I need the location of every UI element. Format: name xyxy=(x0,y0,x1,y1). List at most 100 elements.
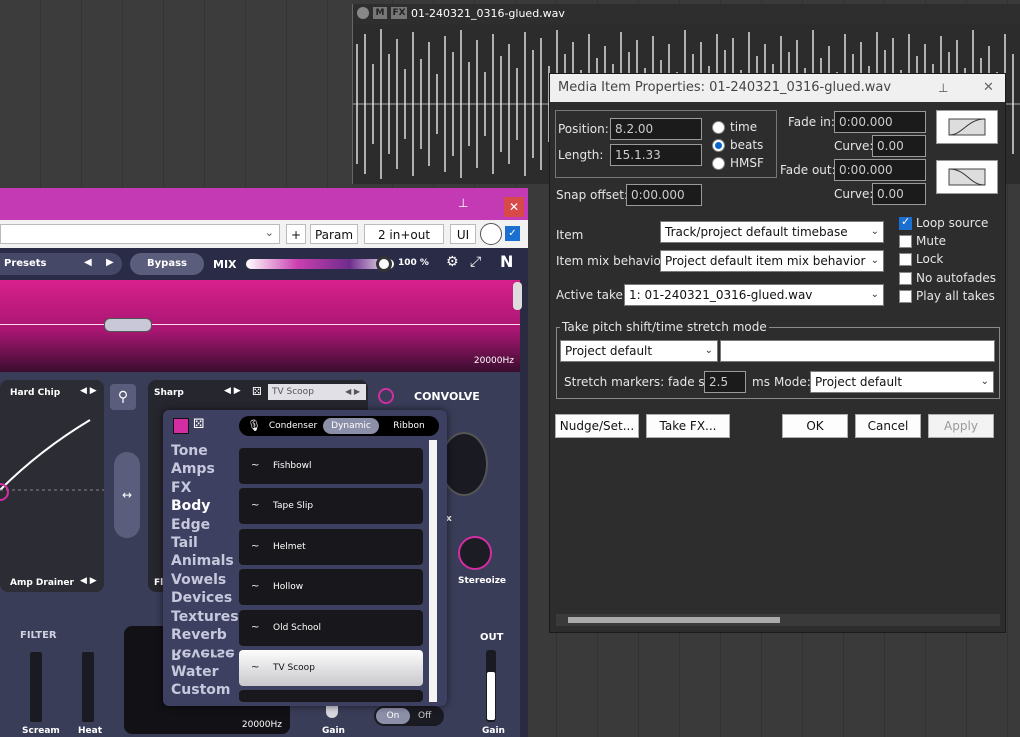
fade-in-curve-field[interactable]: 0.00 xyxy=(872,135,926,157)
preset-item[interactable]: ~ Helmet xyxy=(239,529,423,565)
category-item[interactable]: Animals xyxy=(171,552,243,570)
preset-scrollbar[interactable] xyxy=(429,440,437,702)
ui-button[interactable]: UI xyxy=(450,224,476,244)
category-item[interactable]: Custom xyxy=(171,681,243,699)
amp-drainer-arrows-icon[interactable]: ◀ ▶ xyxy=(80,576,97,586)
param-button[interactable]: Param xyxy=(310,224,358,244)
filter-range-handle[interactable] xyxy=(104,318,152,332)
enable-checkbox[interactable]: ✓ xyxy=(505,226,520,241)
stretch-fade-field[interactable]: 2.5 xyxy=(704,371,746,393)
dialog-scroll-thumb[interactable] xyxy=(568,617,780,623)
play-all-takes-checkbox[interactable] xyxy=(899,290,912,303)
chip-curve[interactable] xyxy=(0,380,104,592)
category-item[interactable]: FX xyxy=(171,479,243,497)
plugin-titlebar[interactable]: ⊥ ✕ xyxy=(0,188,528,220)
presets-selector[interactable]: Presets ◀ ▶ xyxy=(0,253,122,275)
snap-offset-field[interactable]: 0:00.000 xyxy=(626,184,702,206)
mix-slider-handle[interactable] xyxy=(376,256,392,272)
radio-time[interactable] xyxy=(712,121,725,134)
tab-condenser[interactable]: Condenser xyxy=(263,418,323,434)
tab-ribbon[interactable]: Ribbon xyxy=(383,418,435,434)
fade-in-shape-button[interactable] xyxy=(936,110,998,144)
convolve-knob[interactable] xyxy=(440,432,488,496)
pitch-submode-dropdown[interactable] xyxy=(720,340,995,362)
item-timebase-dropdown[interactable]: Track/project default timebase ⌄ xyxy=(660,221,884,243)
apply-button[interactable]: Apply xyxy=(928,414,994,438)
sharp-arrows-icon[interactable]: ◀ ▶ xyxy=(224,386,241,396)
next-preset-icon[interactable]: ▶ xyxy=(106,257,114,268)
preset-item[interactable]: ~ Old School xyxy=(239,610,423,646)
on-option[interactable]: On xyxy=(376,708,410,724)
item-mute-badge[interactable]: M xyxy=(373,7,387,19)
fade-out-field[interactable]: 0:00.000 xyxy=(834,159,926,181)
pitch-mode-dropdown[interactable]: Project default ⌄ xyxy=(560,340,718,362)
pin-icon[interactable]: ⊥ xyxy=(938,74,948,102)
plugin-scrollbar[interactable] xyxy=(513,282,522,310)
io-button[interactable]: 2 in+out xyxy=(364,224,444,244)
category-item[interactable]: Textures xyxy=(171,608,243,626)
nudge-set-button[interactable]: Nudge/Set... xyxy=(555,414,639,438)
mute-checkbox[interactable] xyxy=(899,235,912,248)
loop-source-checkbox[interactable] xyxy=(899,215,912,230)
active-take-dropdown[interactable]: 1: 01-240321_0316-glued.wav ⌄ xyxy=(624,284,884,306)
plugin-close-button[interactable]: ✕ xyxy=(504,197,524,217)
position-field[interactable]: 8.2.00 xyxy=(610,118,702,140)
category-item[interactable]: Amps xyxy=(171,460,243,478)
fade-out-curve-field[interactable]: 0.00 xyxy=(872,183,926,205)
item-fx-badge[interactable]: FX xyxy=(391,7,407,19)
preset-dropdown[interactable]: ⌄ xyxy=(0,224,280,244)
radio-beats[interactable] xyxy=(712,139,725,152)
stereoize-knob[interactable] xyxy=(458,536,492,570)
tv-scoop-selector[interactable]: TV Scoop ◀ ▶ xyxy=(268,384,366,400)
ok-button[interactable]: OK xyxy=(782,414,848,438)
length-field[interactable]: 15.1.33 xyxy=(610,144,702,166)
category-item[interactable]: Water xyxy=(171,663,243,681)
category-item-active[interactable]: Body xyxy=(171,497,243,515)
fade-out-shape-button[interactable] xyxy=(936,160,998,194)
scream-slider[interactable] xyxy=(30,652,42,722)
tab-dynamic[interactable]: Dynamic xyxy=(323,418,379,434)
preset-item[interactable]: ~ Tape Slip xyxy=(239,488,423,524)
out-slider[interactable] xyxy=(486,650,496,722)
swap-button[interactable]: ↔ xyxy=(114,452,140,538)
bypass-button[interactable]: Bypass xyxy=(130,253,204,275)
shuffle-icon[interactable]: ⚄ xyxy=(193,417,204,432)
convolve-power-icon[interactable] xyxy=(378,388,394,404)
category-item[interactable]: Devices xyxy=(171,589,243,607)
mix-slider[interactable] xyxy=(246,259,394,269)
wet-knob[interactable] xyxy=(480,223,502,245)
dialog-titlebar[interactable]: Media Item Properties: 01-240321_0316-gl… xyxy=(550,74,1005,102)
hard-chip-arrows-icon[interactable]: ◀ ▶ xyxy=(80,386,97,396)
preset-item-active[interactable]: ~ TV Scoop xyxy=(239,650,423,686)
lock-checkbox[interactable] xyxy=(899,253,912,266)
on-off-toggle[interactable]: On Off xyxy=(374,706,444,726)
category-item[interactable]: Tone xyxy=(171,442,243,460)
take-fx-button[interactable]: Take FX... xyxy=(646,414,730,438)
preset-item[interactable]: ~ Fishbowl xyxy=(239,448,423,484)
category-item[interactable]: Vowels xyxy=(171,571,243,589)
fade-in-field[interactable]: 0:00.000 xyxy=(834,111,926,133)
dice-icon[interactable]: ⚄ xyxy=(252,385,262,398)
close-icon[interactable]: ✕ xyxy=(983,74,994,102)
no-autofades-checkbox[interactable] xyxy=(899,272,912,285)
mix-behavior-dropdown[interactable]: Project default item mix behavior ⌄ xyxy=(660,250,884,272)
off-option[interactable]: Off xyxy=(418,708,431,724)
prev-preset-icon[interactable]: ◀ xyxy=(84,257,92,268)
gear-icon[interactable]: ⚙ xyxy=(446,254,459,270)
item-lock-icon[interactable] xyxy=(357,7,369,19)
radio-hmsf[interactable] xyxy=(712,157,725,170)
preset-item[interactable]: ~ Hollow xyxy=(239,569,423,605)
stretch-mode-dropdown[interactable]: Project default ⌄ xyxy=(810,371,994,393)
dialog-scrollbar[interactable] xyxy=(556,614,1000,626)
link-button[interactable]: ⚲ xyxy=(110,384,136,410)
pin-icon[interactable]: ⊥ xyxy=(458,196,468,210)
preset-item[interactable] xyxy=(239,690,423,702)
cancel-button[interactable]: Cancel xyxy=(855,414,921,438)
heat-slider[interactable] xyxy=(82,652,94,722)
category-item[interactable]: Tail xyxy=(171,534,243,552)
resize-icon[interactable]: ⤢ xyxy=(470,254,481,270)
category-item[interactable]: Edge xyxy=(171,516,243,534)
category-item[interactable]: Reverb xyxy=(171,626,243,644)
category-item-reverse[interactable]: Reverse xyxy=(171,644,243,662)
add-preset-button[interactable]: + xyxy=(286,224,306,244)
